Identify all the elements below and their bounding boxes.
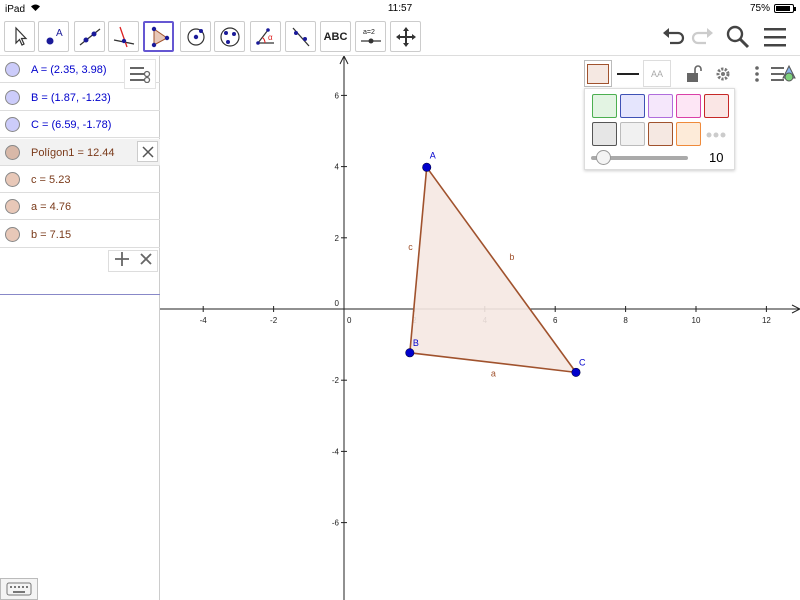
polygon-fill[interactable]: [409, 167, 576, 373]
visibility-toggle[interactable]: [5, 199, 20, 214]
redo-icon[interactable]: [688, 22, 718, 52]
color-swatch[interactable]: [676, 122, 701, 146]
algebra-item-text: A = (2.35, 3.98): [31, 64, 107, 76]
polygon-icon[interactable]: [143, 21, 174, 52]
algebra-item-segment-a[interactable]: a = 4.76: [0, 193, 160, 220]
clock: 11:57: [387, 3, 413, 14]
x-tick-label: 8: [623, 316, 628, 325]
x-tick-label: 6: [553, 316, 558, 325]
visibility-toggle[interactable]: [5, 145, 20, 160]
color-swatch-current: [587, 63, 609, 84]
y-tick-label: 2: [335, 234, 340, 243]
point-B[interactable]: [405, 348, 415, 358]
status-bar: iPad 11:57 75%: [0, 0, 800, 18]
visibility-toggle[interactable]: [5, 227, 20, 242]
line-style-button[interactable]: [614, 60, 642, 87]
color-swatch[interactable]: [620, 122, 645, 146]
circle-center-icon[interactable]: [180, 21, 211, 52]
circle-three-points-icon[interactable]: [214, 21, 245, 52]
visibility-toggle[interactable]: [5, 172, 20, 187]
y-tick-label: 0: [335, 299, 340, 308]
y-tick-label: -4: [332, 447, 340, 456]
color-swatch[interactable]: [648, 94, 673, 118]
x-tick-label: -4: [200, 316, 208, 325]
color-swatch[interactable]: [648, 122, 673, 146]
algebra-view: A = (2.35, 3.98) B = (1.87, -1.23) C = (…: [0, 56, 160, 600]
close-icon[interactable]: [139, 252, 153, 271]
y-tick-label: -2: [332, 376, 340, 385]
color-swatch[interactable]: [620, 94, 645, 118]
battery-icon: [774, 4, 796, 13]
slider-tool-icon[interactable]: a=2: [355, 21, 386, 52]
point-C[interactable]: [571, 367, 581, 377]
more-colors-icon[interactable]: [705, 126, 727, 144]
algebra-item-text: B = (1.87, -1.23): [31, 92, 111, 104]
algebra-item-segment-c[interactable]: c = 5.23: [0, 166, 160, 193]
point-A[interactable]: [422, 162, 432, 172]
input-buttons: [108, 250, 158, 272]
y-tick-label: -6: [332, 519, 340, 528]
undo-icon[interactable]: [658, 22, 688, 52]
segment-label: b: [509, 252, 514, 262]
gear-icon[interactable]: [709, 60, 737, 87]
x-tick-label: 0: [347, 316, 352, 325]
plus-icon[interactable]: [114, 251, 130, 272]
perpendicular-line-icon[interactable]: [108, 21, 139, 52]
keyboard-icon[interactable]: [0, 578, 38, 600]
algebra-item-text: C = (6.59, -1.78): [31, 119, 112, 131]
algebra-input[interactable]: [0, 250, 160, 295]
opacity-value: 10: [709, 150, 724, 165]
move-graphics-icon[interactable]: [390, 21, 421, 52]
slider-tool-label: a=2: [363, 29, 375, 36]
y-tick-label: 6: [335, 91, 340, 100]
graphics-style-bar: AA: [583, 58, 800, 88]
x-tick-label: 12: [762, 316, 771, 325]
algebra-item-segment-b[interactable]: b = 7.15: [0, 221, 160, 248]
text-style-button[interactable]: AA: [643, 60, 671, 87]
algebra-item-polygon[interactable]: Polígon1 = 12.44: [0, 139, 160, 166]
point-icon[interactable]: A: [38, 21, 69, 52]
menu-icon[interactable]: [760, 22, 790, 52]
algebra-item-text: Polígon1 = 12.44: [31, 147, 115, 159]
visibility-toggle[interactable]: [5, 62, 20, 77]
delete-icon[interactable]: [137, 141, 158, 162]
color-button[interactable]: [584, 60, 612, 87]
x-tick-label: 10: [692, 316, 701, 325]
color-palette: 10: [584, 88, 735, 170]
text-tool-label: ABC: [323, 30, 348, 43]
line-icon[interactable]: [74, 21, 105, 52]
algebra-item-text: c = 5.23: [31, 174, 71, 186]
algebra-item-text: a = 4.76: [31, 201, 72, 213]
text-tool-icon[interactable]: ABC: [320, 21, 351, 52]
color-swatch[interactable]: [592, 122, 617, 146]
point-label: A: [430, 150, 436, 160]
more-options-icon[interactable]: [743, 60, 771, 87]
font-size-label: AA: [650, 68, 663, 79]
search-icon[interactable]: [723, 22, 753, 52]
algebra-item-text: b = 7.15: [31, 229, 72, 241]
move-arrow-icon[interactable]: [4, 21, 35, 52]
y-tick-label: 4: [335, 163, 340, 172]
toolbar: A α ABC a=2: [0, 18, 800, 56]
algebra-item-c-point[interactable]: C = (6.59, -1.78): [0, 111, 160, 138]
point-tool-label: A: [56, 28, 63, 39]
color-swatch[interactable]: [704, 94, 729, 118]
algebra-style-icon[interactable]: [124, 59, 156, 89]
visibility-toggle[interactable]: [5, 90, 20, 105]
visibility-toggle[interactable]: [5, 117, 20, 132]
segment-label: c: [408, 242, 413, 252]
color-swatch[interactable]: [592, 94, 617, 118]
view-style-icon[interactable]: [769, 60, 797, 87]
angle-tool-label: α: [268, 33, 273, 42]
opacity-slider-handle[interactable]: [596, 150, 611, 165]
unlock-icon[interactable]: [680, 60, 708, 87]
x-tick-label: -2: [270, 316, 278, 325]
reflect-line-icon[interactable]: [285, 21, 316, 52]
point-label: B: [413, 338, 419, 348]
color-swatch[interactable]: [676, 94, 701, 118]
segment-label: a: [491, 369, 496, 379]
battery-percent: 75%: [749, 3, 770, 14]
point-label: C: [579, 357, 586, 367]
angle-icon[interactable]: α: [250, 21, 281, 52]
